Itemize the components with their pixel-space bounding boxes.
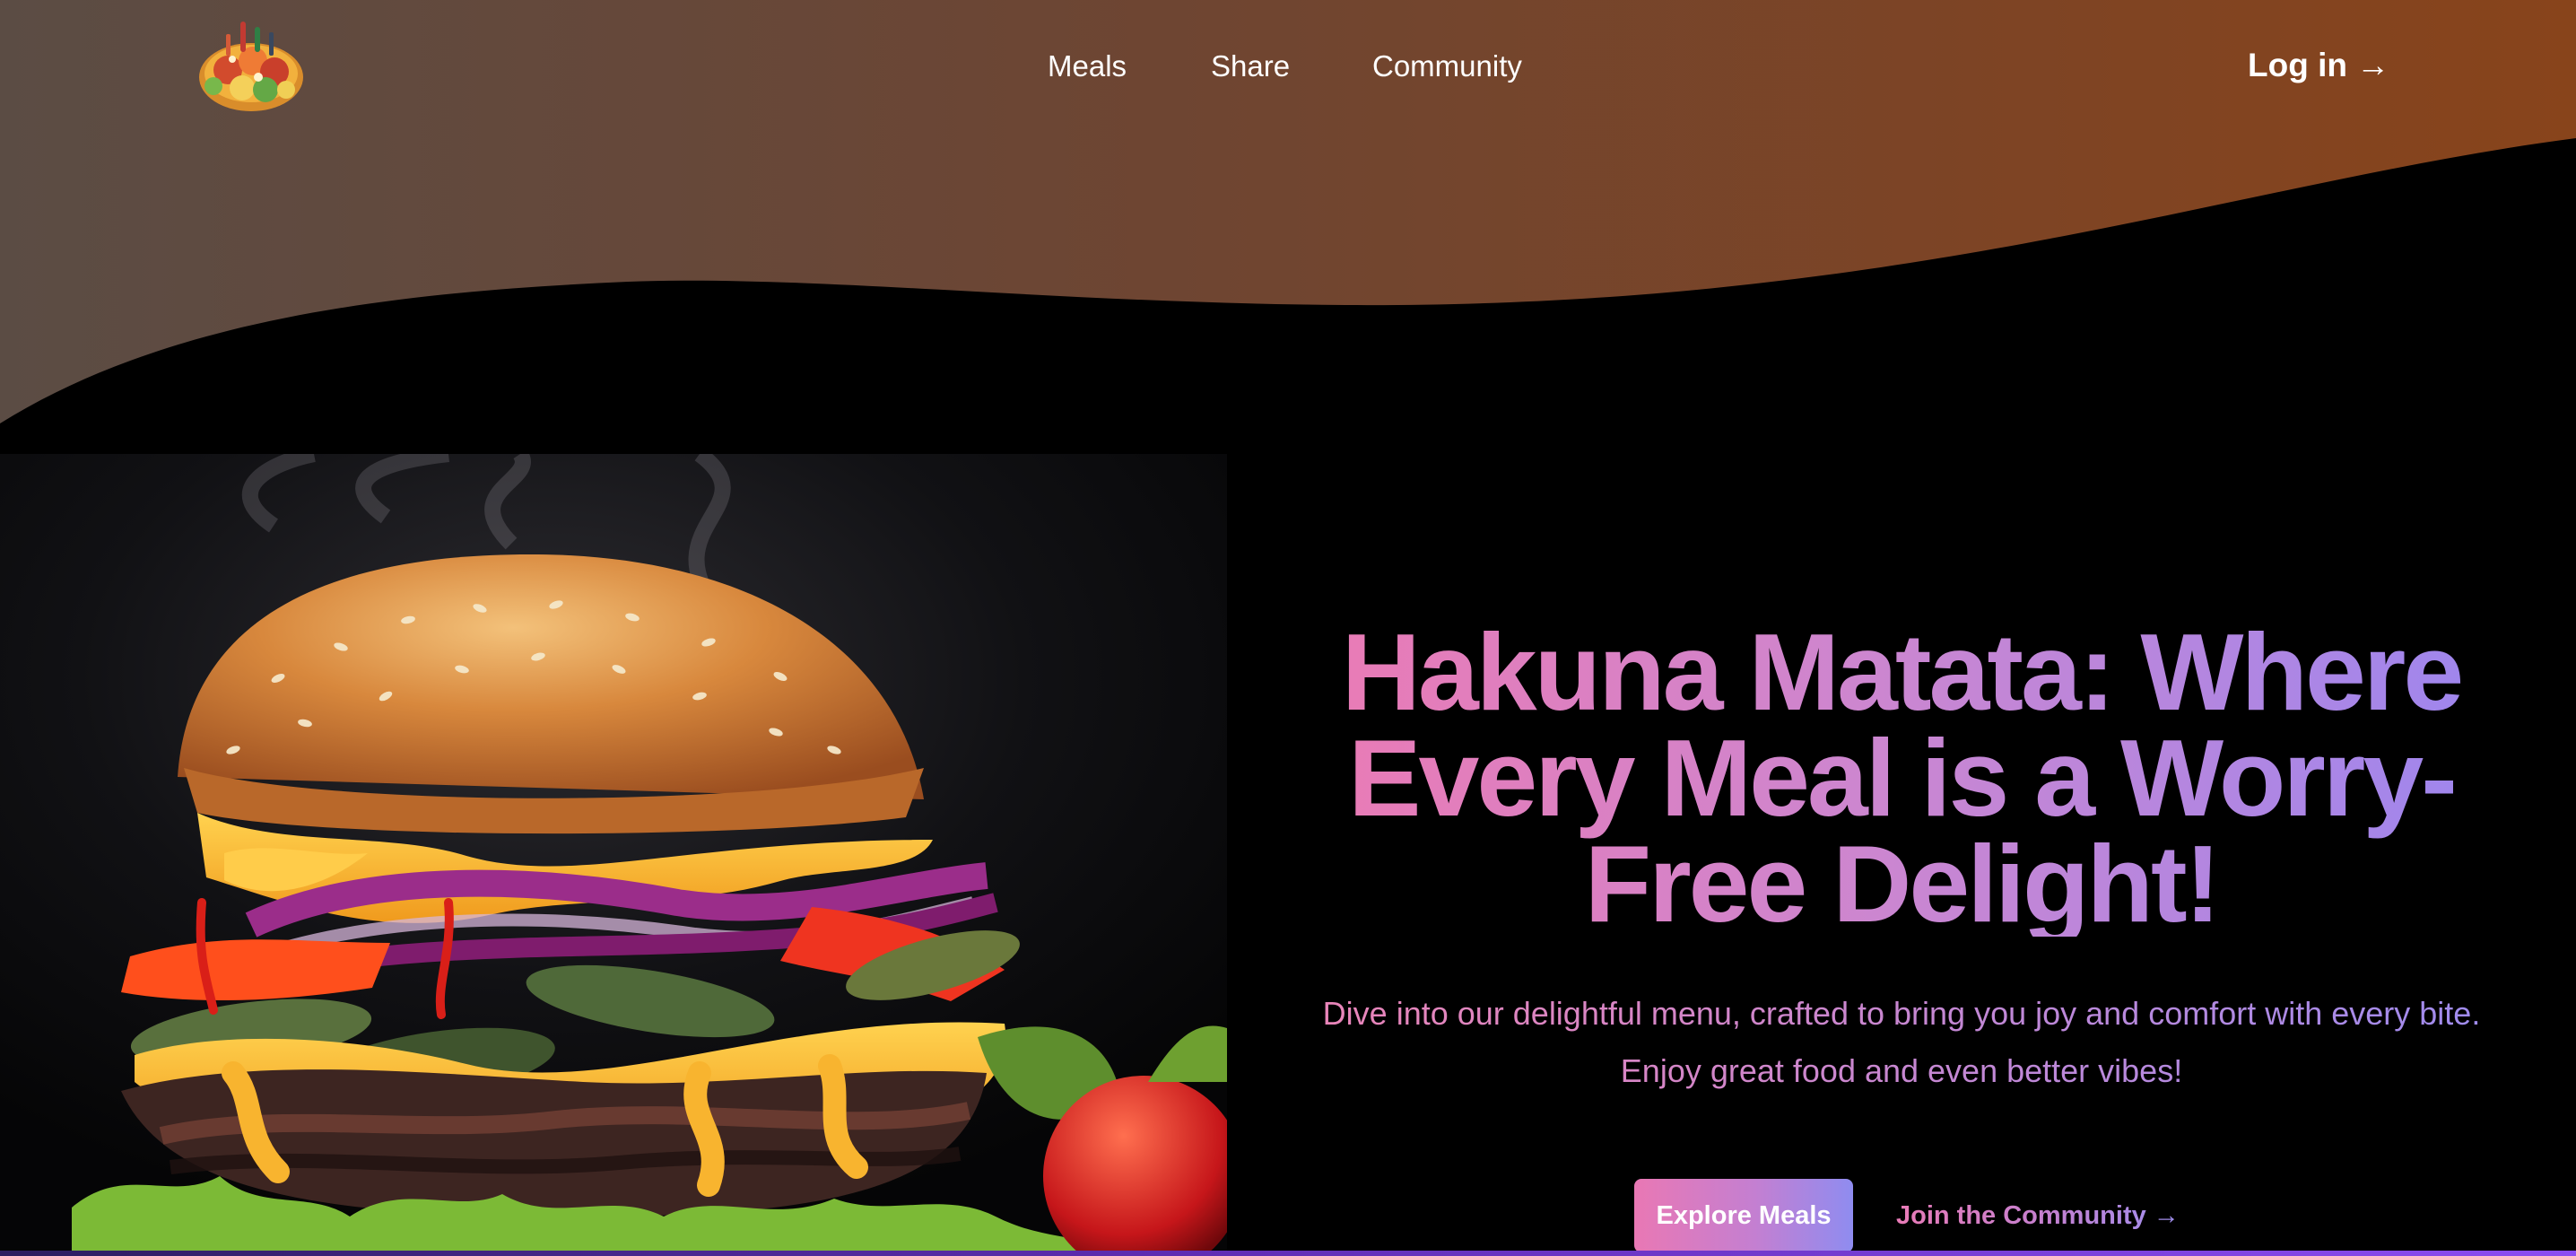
food-platter-logo-icon[interactable] xyxy=(192,13,309,118)
nav-community-link[interactable]: Community xyxy=(1372,47,1522,86)
nav-meals-link[interactable]: Meals xyxy=(1048,47,1127,86)
nav-share-link[interactable]: Share xyxy=(1211,47,1290,86)
explore-meals-button[interactable]: Explore Meals xyxy=(1634,1179,1853,1252)
join-community-link[interactable]: Join the Community → xyxy=(1896,1179,2180,1252)
burger-image xyxy=(0,454,1227,1252)
hero-subtitle: Dive into our delightful menu, crafted t… xyxy=(1292,985,2511,1100)
site-header: Meals Share Community Log in → xyxy=(0,0,2576,135)
landing-page: Meals Share Community Log in → Hakuna Ma… xyxy=(0,0,2576,1256)
hero-copy: Hakuna Matata: Where Every Meal is a Wor… xyxy=(1274,617,2529,1100)
hero-title: Hakuna Matata: Where Every Meal is a Wor… xyxy=(1274,617,2529,938)
hero-actions: Explore Meals Join the Community → xyxy=(1634,1179,2217,1252)
bottom-accent-line xyxy=(0,1251,2576,1256)
login-link[interactable]: Log in → xyxy=(2248,43,2389,88)
